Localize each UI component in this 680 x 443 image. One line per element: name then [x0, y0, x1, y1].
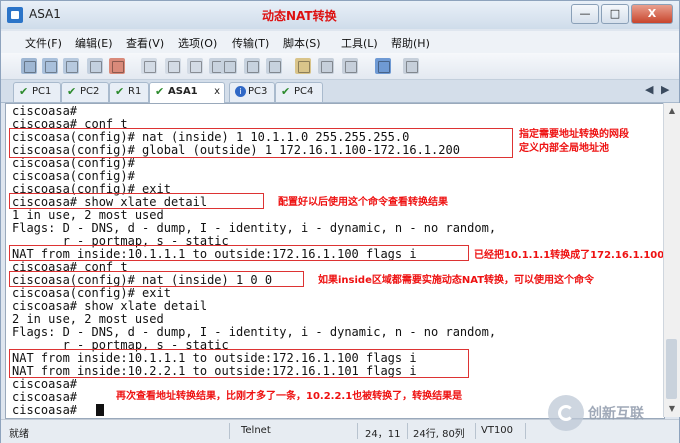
tab-pc1[interactable]: ✔ PC1 — [13, 82, 61, 102]
check-icon: ✔ — [67, 85, 77, 98]
annotation-subnet: 指定需要地址转换的网段 — [519, 129, 629, 140]
menu-help[interactable]: 帮助(H) — [391, 35, 430, 51]
tab-pc3[interactable]: i PC3 — [229, 82, 275, 102]
highlight-box-show-xlate — [9, 193, 264, 209]
tab-close-icon[interactable]: x — [214, 86, 220, 97]
status-cursor-position: 24，11 — [365, 429, 401, 440]
terminal-line: ciscoasa# — [12, 377, 78, 391]
connect-icon[interactable] — [21, 58, 37, 74]
tab-label: PC1 — [32, 86, 52, 97]
annotation-pool: 定义内部全局地址池 — [519, 143, 609, 154]
check-icon: ✔ — [155, 85, 165, 98]
title-annotation: 动态NAT转换 — [262, 9, 337, 23]
tab-asa1[interactable]: ✔ ASA1 x — [149, 82, 225, 103]
menu-file[interactable]: 文件(F) — [25, 35, 62, 51]
print-screen-icon[interactable] — [266, 58, 282, 74]
terminal-line: ciscoasa(config)# — [12, 169, 135, 183]
tab-scroll-left-icon[interactable]: ◀ — [645, 83, 653, 96]
tab-label: PC3 — [248, 86, 268, 97]
tab-pc2[interactable]: ✔ PC2 — [61, 82, 109, 102]
sftp-icon[interactable] — [403, 58, 419, 74]
watermark-text: 创新互联 — [588, 406, 644, 422]
help-icon[interactable] — [375, 58, 391, 74]
quick-connect-icon[interactable] — [42, 58, 58, 74]
tab-label: ASA1 — [168, 86, 198, 97]
session-options-icon[interactable] — [295, 58, 311, 74]
status-protocol: Telnet — [241, 425, 271, 436]
status-divider — [229, 423, 230, 439]
menu-script[interactable]: 脚本(S) — [283, 35, 321, 51]
info-icon: i — [235, 86, 246, 97]
session-tab-bar: ✔ PC1 ✔ PC2 ✔ R1 ✔ ASA1 x i PC3 ✔ PC4 — [1, 80, 679, 103]
terminal-line: Flags: D - DNS, d - dump, I - identity, … — [12, 325, 497, 339]
status-divider — [407, 423, 408, 439]
tab-scroll-right-icon[interactable]: ▶ — [661, 83, 669, 96]
annotation-show-xlate: 配置好以后使用这个命令查看转换结果 — [278, 197, 448, 208]
annotation-translated: 已经把10.1.1.1转换成了172.16.1.100 — [474, 250, 665, 261]
status-terminal-type: VT100 — [481, 425, 514, 436]
print-setup-icon[interactable] — [221, 58, 237, 74]
annotation-recheck: 再次查看地址转换结果，比刚才多了一条，10.2.2.1也被转换了，转换结果是 — [116, 391, 463, 402]
status-ready: 就绪 — [9, 429, 29, 440]
menu-tools[interactable]: 工具(L) — [341, 35, 378, 51]
title-bar: ASA1 动态NAT转换 — □ X — [1, 1, 679, 29]
terminal-line: Flags: D - DNS, d - dump, I - identity, … — [12, 221, 497, 235]
status-divider — [475, 423, 476, 439]
tab-r1[interactable]: ✔ R1 — [109, 82, 149, 102]
copy-icon[interactable] — [141, 58, 157, 74]
terminal-line: ciscoasa(config)# exit — [12, 286, 171, 300]
status-divider — [357, 423, 358, 439]
reconnect-icon[interactable] — [63, 58, 79, 74]
terminal-line: ciscoasa# show xlate detail — [12, 299, 208, 313]
print-icon[interactable] — [244, 58, 260, 74]
tab-label: R1 — [128, 86, 142, 97]
check-icon: ✔ — [19, 85, 29, 98]
keymap-icon[interactable] — [342, 58, 358, 74]
menu-options[interactable]: 选项(O) — [178, 35, 217, 51]
disconnect-icon[interactable] — [109, 58, 125, 74]
terminal-cursor — [96, 404, 104, 416]
close-button[interactable]: X — [631, 4, 673, 24]
tab-label: PC2 — [80, 86, 100, 97]
menu-view[interactable]: 查看(V) — [126, 35, 164, 51]
watermark-emblem-icon — [548, 395, 584, 431]
watermark-logo: 创新互联 — [548, 389, 680, 435]
toolbar — [1, 53, 679, 80]
scroll-up-icon[interactable]: ▲ — [664, 103, 680, 119]
paste-copy-icon[interactable] — [187, 58, 203, 74]
highlight-box-nat-results-2 — [9, 349, 469, 378]
highlight-box-nat-global — [9, 128, 513, 158]
menu-edit[interactable]: 编辑(E) — [75, 35, 113, 51]
status-terminal-size: 24行, 80列 — [413, 429, 465, 440]
highlight-box-nat-result — [9, 245, 469, 261]
connect-tab-icon[interactable] — [87, 58, 103, 74]
paste-icon[interactable] — [165, 58, 181, 74]
tab-label: PC4 — [294, 86, 314, 97]
annotation-inside-all: 如果inside区域都需要实施动态NAT转换，可以使用这个命令 — [318, 275, 595, 286]
terminal-line: 1 in use, 2 most used — [12, 208, 164, 222]
global-options-icon[interactable] — [318, 58, 334, 74]
maximize-button[interactable]: □ — [601, 4, 629, 24]
tab-pc4[interactable]: ✔ PC4 — [275, 82, 323, 102]
terminal-line: ciscoasa# — [12, 104, 78, 118]
application-window: ASA1 动态NAT转换 — □ X 文件(F) 编辑(E) 查看(V) 选项(… — [0, 0, 680, 443]
terminal-line: ciscoasa(config)# — [12, 156, 135, 170]
vertical-scrollbar[interactable]: ▲ ▼ — [663, 103, 680, 417]
terminal-line: ciscoasa# — [12, 403, 78, 417]
terminal-line: 2 in use, 2 most used — [12, 312, 164, 326]
status-divider — [525, 423, 526, 439]
menu-bar: 文件(F) 编辑(E) 查看(V) 选项(O) 传输(T) 脚本(S) 工具(L… — [1, 31, 679, 53]
terminal-line: ciscoasa# — [12, 390, 78, 404]
check-icon: ✔ — [115, 85, 125, 98]
check-icon: ✔ — [281, 85, 291, 98]
menu-transfer[interactable]: 传输(T) — [232, 35, 269, 51]
highlight-box-nat-inside-0 — [9, 271, 304, 287]
terminal-screen[interactable]: ciscoasa# ciscoasa# conf t ciscoasa(conf… — [5, 103, 665, 419]
window-title: ASA1 — [29, 7, 61, 21]
minimize-button[interactable]: — — [571, 4, 599, 24]
app-icon — [7, 7, 23, 23]
